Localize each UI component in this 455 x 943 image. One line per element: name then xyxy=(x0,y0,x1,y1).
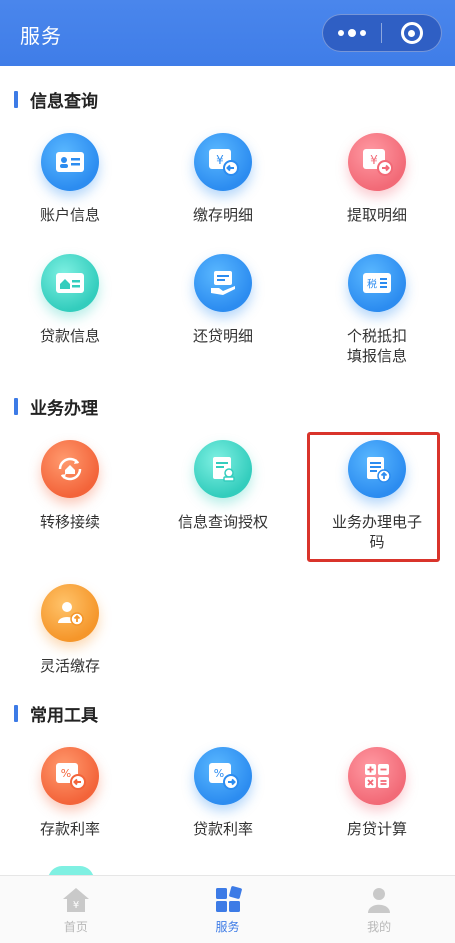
tile-repayment-detail[interactable]: 还贷明细 xyxy=(153,254,293,346)
tile-label: 存款利率 xyxy=(39,820,100,838)
grid-apps-icon xyxy=(212,884,244,916)
tab-home[interactable]: ¥ 首页 xyxy=(0,876,152,943)
section-title-text: 业务办理 xyxy=(30,399,98,419)
home-yuan-icon: ¥ xyxy=(60,884,92,916)
tile-account-info[interactable]: 账户信息 xyxy=(0,133,140,225)
transfer-house-icon xyxy=(41,440,99,498)
tile-label: 灵活缴存 xyxy=(39,657,100,675)
tile-label: 缴存明细 xyxy=(192,206,253,224)
yuan-withdraw-icon: ¥ xyxy=(348,133,406,191)
tile-flexible-deposit[interactable]: 灵活缴存 xyxy=(0,584,140,676)
mini-program-capsule xyxy=(322,14,442,52)
tile-label-line: 填报信息 xyxy=(346,347,407,365)
section-title-info-query: 信息查询 xyxy=(14,87,98,112)
tile-label: 房贷计算 xyxy=(346,820,407,838)
tab-label: 我的 xyxy=(367,920,392,934)
tab-label: 首页 xyxy=(63,920,88,934)
tile-label: 个税抵扣 填报信息 xyxy=(307,326,447,366)
tile-tax-deduction-info[interactable]: 税 个税抵扣 填报信息 xyxy=(307,254,447,366)
tile-label: 贷款利率 xyxy=(192,820,253,838)
percent-glyph: % xyxy=(214,767,224,780)
authorize-doc-icon xyxy=(194,440,252,498)
tile-transfer-continuation[interactable]: 转移接续 xyxy=(0,440,140,532)
tab-mine[interactable]: 我的 xyxy=(303,876,455,943)
highlight-annotation-box xyxy=(307,432,440,562)
tile-label: 转移接续 xyxy=(39,513,100,531)
person-upload-icon xyxy=(41,584,99,642)
svg-text:¥: ¥ xyxy=(370,153,378,167)
section-title-business: 业务办理 xyxy=(14,394,98,419)
tile-label: 账户信息 xyxy=(39,206,100,224)
tab-services[interactable]: 服务 xyxy=(152,876,304,943)
nav-bar: 服务 xyxy=(0,0,455,66)
tax-glyph: 税 xyxy=(367,278,377,291)
tile-loan-info[interactable]: 贷款信息 xyxy=(0,254,140,346)
yuan-card-icon: ¥ xyxy=(194,133,252,191)
section-title-text: 常用工具 xyxy=(30,706,98,726)
percent-glyph: % xyxy=(61,767,71,780)
percent-card-icon: % xyxy=(41,747,99,805)
tile-label: 贷款信息 xyxy=(39,327,100,345)
section-title-common-tools: 常用工具 xyxy=(14,701,98,726)
percent-loan-icon: % xyxy=(194,747,252,805)
tile-label: 提取明细 xyxy=(346,206,407,224)
user-icon xyxy=(363,884,395,916)
bottom-tab-bar: ¥ 首页 服务 我的 xyxy=(0,875,455,943)
tile-withdraw-detail[interactable]: ¥ 提取明细 xyxy=(307,133,447,225)
tile-deposit-rate[interactable]: % 存款利率 xyxy=(0,747,140,839)
tile-label-line: 个税抵扣 xyxy=(346,327,407,345)
dot-icon xyxy=(338,30,344,36)
svg-text:¥: ¥ xyxy=(216,153,224,167)
tile-info-query-authorization[interactable]: 信息查询授权 xyxy=(153,440,293,532)
id-card-icon xyxy=(41,133,99,191)
target-close-icon xyxy=(400,22,423,44)
section-marker xyxy=(14,398,18,415)
section-marker xyxy=(14,91,18,108)
calculator-icon xyxy=(348,747,406,805)
close-mini-program-button[interactable] xyxy=(382,15,441,51)
tax-card-icon: 税 xyxy=(348,254,406,312)
tile-label: 信息查询授权 xyxy=(177,513,268,531)
tile-deposit-detail[interactable]: ¥ 缴存明细 xyxy=(153,133,293,225)
repay-hand-icon xyxy=(194,254,252,312)
section-title-text: 信息查询 xyxy=(30,92,98,112)
tile-mortgage-calculator[interactable]: 房贷计算 xyxy=(307,747,447,839)
house-card-icon xyxy=(41,254,99,312)
section-marker xyxy=(14,705,18,722)
tab-label: 服务 xyxy=(215,920,240,934)
more-menu-button[interactable] xyxy=(323,15,381,51)
dot-icon xyxy=(360,30,366,36)
dot-icon xyxy=(348,29,356,37)
tile-loan-rate[interactable]: % 贷款利率 xyxy=(153,747,293,839)
page-title: 服务 xyxy=(20,24,62,48)
svg-text:¥: ¥ xyxy=(73,900,79,911)
tile-label: 还贷明细 xyxy=(192,327,253,345)
